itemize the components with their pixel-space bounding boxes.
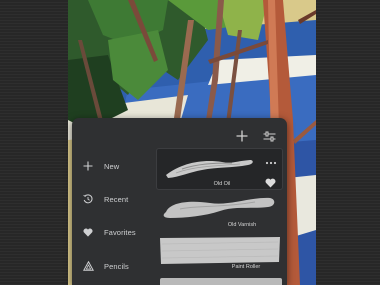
brush-name: Old Varnish — [227, 222, 257, 228]
sidebar-item-favorites[interactable]: Favorites — [80, 222, 152, 242]
favorite-toggle[interactable] — [265, 175, 277, 188]
add-brush-button[interactable] — [233, 127, 251, 145]
history-icon — [80, 191, 96, 207]
sidebar-item-new[interactable]: New — [80, 156, 152, 176]
plus-icon — [236, 130, 248, 142]
sidebar-item-label: New — [104, 161, 120, 171]
sidebar-item-recent[interactable]: Recent — [80, 189, 152, 209]
heart-icon — [80, 224, 96, 240]
brush-name: Paint Roller — [231, 264, 261, 270]
brush-stroke-preview — [160, 278, 282, 285]
triangle-icon — [80, 258, 96, 274]
brush-settings-button[interactable] — [260, 127, 278, 145]
sliders-icon — [263, 131, 275, 141]
brush-stroke-preview — [163, 197, 275, 218]
sidebar-item-pencils[interactable]: Pencils — [80, 256, 152, 276]
sidebar-item-label: Recent — [104, 194, 129, 204]
brush-name: Old Oil — [213, 181, 231, 187]
brush-stroke-preview — [160, 237, 280, 264]
sidebar-item-label: Pencils — [104, 261, 129, 271]
more-dots-icon — [265, 161, 277, 165]
brush-stroke-preview — [166, 160, 253, 178]
plus-icon — [80, 158, 96, 174]
heart-icon — [265, 178, 276, 188]
brush-more-button[interactable] — [264, 154, 278, 165]
sidebar-item-label: Favorites — [104, 227, 136, 237]
